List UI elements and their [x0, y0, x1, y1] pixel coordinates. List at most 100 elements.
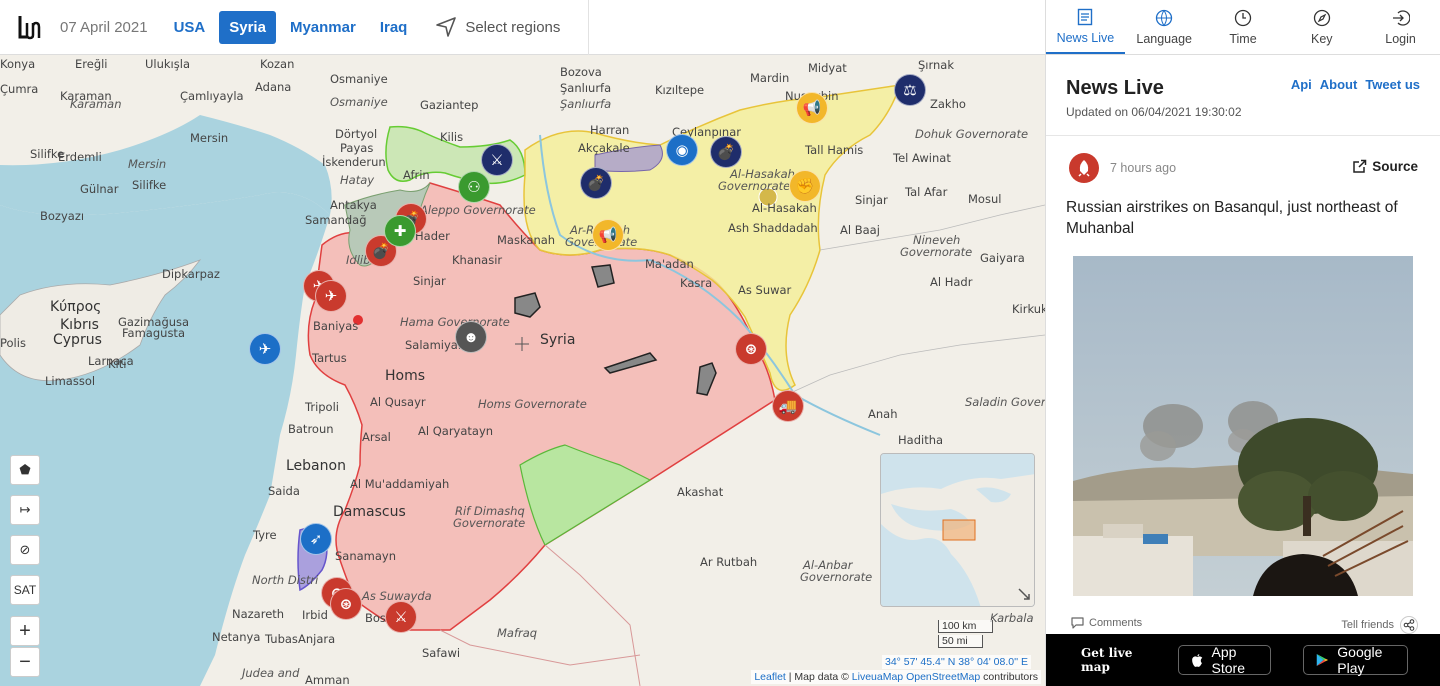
- comments-link[interactable]: Comments: [1070, 616, 1142, 630]
- nav-time[interactable]: Time: [1204, 0, 1283, 54]
- map-place-label: Al Mu'addamiyah: [350, 477, 450, 491]
- rocket-icon[interactable]: ➶: [300, 523, 332, 555]
- antenna-icon[interactable]: ◉: [666, 134, 698, 166]
- source-link[interactable]: Source: [1352, 159, 1418, 174]
- panel-nav: News Live Language Time Key Login: [1046, 0, 1440, 55]
- airstrike-bomb-icon: [1069, 153, 1099, 183]
- medical-cross-icon[interactable]: ✚: [384, 215, 416, 247]
- map-canvas[interactable]: Konya Ereğli Ulukışla Kozan Çumra Karaman Kara…: [0, 55, 1045, 686]
- navigation-arrow-icon: [436, 17, 457, 37]
- truck-icon[interactable]: 🚚: [772, 390, 804, 422]
- external-link-icon: [1353, 159, 1367, 173]
- leaflet-link[interactable]: Leaflet: [754, 671, 786, 683]
- map-place-label: Arsal: [362, 430, 391, 444]
- tweet-us-link[interactable]: Tweet us: [1365, 77, 1420, 92]
- region-link-myanmar[interactable]: Myanmar: [280, 11, 366, 44]
- map-place-label: Bozova: [560, 65, 602, 79]
- nav-language[interactable]: Language: [1125, 0, 1204, 54]
- map-place-label: Famagusta: [122, 326, 185, 340]
- globe-icon: [1156, 9, 1173, 26]
- zoom-out-button[interactable]: −: [10, 647, 40, 677]
- zoom-in-button[interactable]: +: [10, 616, 40, 646]
- bomb-icon[interactable]: 💣: [580, 167, 612, 199]
- google-play-button[interactable]: Google Play: [1303, 644, 1408, 676]
- region-link-syria[interactable]: Syria: [219, 10, 276, 44]
- megaphone-icon[interactable]: 📢: [796, 92, 828, 124]
- apple-icon: [1192, 653, 1203, 667]
- megaphone-icon[interactable]: 📢: [592, 219, 624, 251]
- map-place-label: Ma'adan: [645, 257, 694, 271]
- map-place-label: Nazareth: [232, 607, 285, 621]
- nav-login-label: Login: [1385, 31, 1416, 46]
- map-place-label: Anah: [868, 407, 898, 421]
- attribution-contributors: contributors: [980, 671, 1038, 683]
- airplane-icon[interactable]: ✈: [249, 333, 281, 365]
- region-link-usa[interactable]: USA: [164, 11, 216, 44]
- expand-arrow-button[interactable]: ↦: [10, 495, 40, 525]
- rifle-icon[interactable]: ⚔: [385, 601, 417, 633]
- map-place-label: Κύπρος: [50, 299, 102, 315]
- map-place-label: Governorate: [718, 179, 791, 193]
- map-place-label: Şırnak: [918, 58, 955, 72]
- map-place-label: Kiti: [108, 357, 127, 371]
- map-place-label: Şanlıurfa: [560, 97, 612, 111]
- overview-minimap[interactable]: [880, 453, 1035, 607]
- draw-polygon-button[interactable]: ⬟: [10, 455, 40, 485]
- osm-link[interactable]: OpenStreetMap: [906, 671, 980, 683]
- news-photo[interactable]: [1073, 256, 1413, 596]
- government-icon[interactable]: ⚖: [894, 74, 926, 106]
- map-place-label: Amman: [305, 673, 350, 686]
- satellite-toggle-button[interactable]: SAT: [10, 575, 40, 605]
- artillery-icon[interactable]: ⊛: [735, 333, 767, 365]
- api-link[interactable]: Api: [1291, 77, 1312, 92]
- map-place-label: Erdemli: [58, 150, 102, 164]
- map-place-label: Samandağ: [305, 213, 367, 227]
- app-store-label: App Store: [1211, 644, 1245, 676]
- news-headline[interactable]: Russian airstrikes on Basanqul, just nor…: [1066, 197, 1426, 239]
- crowd-people-icon[interactable]: ⚇: [458, 171, 490, 203]
- source-label: Source: [1372, 159, 1418, 174]
- map-place-label: Limassol: [45, 374, 96, 388]
- map-place-label: İskenderun: [322, 155, 386, 169]
- app-download-footer: Get live map App Store Google Play: [1046, 634, 1440, 686]
- clock-icon: [1234, 9, 1252, 26]
- map-place-label: Adana: [255, 80, 292, 94]
- hide-layer-button[interactable]: ⊘: [10, 535, 40, 565]
- map-place-label: Dohuk Governorate: [915, 127, 1029, 141]
- map-place-label: Haditha: [898, 433, 944, 447]
- rifle-icon[interactable]: ⚔: [481, 144, 513, 176]
- about-link[interactable]: About: [1320, 77, 1358, 92]
- map-place-label: Ulukışla: [145, 57, 190, 71]
- map-place-label: Lebanon: [286, 458, 346, 474]
- minimap-drawing: [881, 454, 1034, 606]
- map-place-label: Antakya: [330, 198, 377, 212]
- map-place-label: Hama Governorate: [400, 315, 510, 329]
- artillery-icon[interactable]: ⊛: [330, 588, 362, 620]
- bomb-icon[interactable]: 💣: [710, 136, 742, 168]
- map-place-label: Midyat: [808, 61, 847, 75]
- map-place-label: Akçakale: [578, 141, 630, 155]
- map-place-label: Al Qusayr: [370, 395, 426, 409]
- news-photo-drawing: [1073, 256, 1413, 596]
- anonymous-head-icon[interactable]: ☻: [455, 321, 487, 353]
- select-regions-button[interactable]: Select regions: [435, 16, 560, 38]
- comment-bubble-icon: [1071, 617, 1084, 629]
- jet-icon[interactable]: ✈: [315, 280, 347, 312]
- app-store-button[interactable]: App Store: [1178, 644, 1272, 676]
- map-place-label: Şanlıurfa: [560, 81, 612, 95]
- map-place-label: Syria: [540, 332, 576, 348]
- news-icon: [1078, 8, 1093, 25]
- region-link-iraq[interactable]: Iraq: [370, 11, 418, 44]
- map-place-label: Kirkuk: [1012, 302, 1045, 316]
- share-icon[interactable]: [1400, 616, 1418, 634]
- liveuamap-link[interactable]: LiveuaMap: [852, 671, 903, 683]
- nav-login[interactable]: Login: [1361, 0, 1440, 54]
- nav-news-live[interactable]: News Live: [1046, 0, 1125, 54]
- nav-key-label: Key: [1311, 31, 1333, 46]
- compass-icon: [1313, 9, 1330, 26]
- liveuamap-logo[interactable]: [0, 0, 60, 55]
- tell-friends[interactable]: Tell friends: [1341, 616, 1418, 634]
- protest-icon[interactable]: ✊: [789, 170, 821, 202]
- scale-km: 100 km: [938, 620, 993, 633]
- nav-key[interactable]: Key: [1282, 0, 1361, 54]
